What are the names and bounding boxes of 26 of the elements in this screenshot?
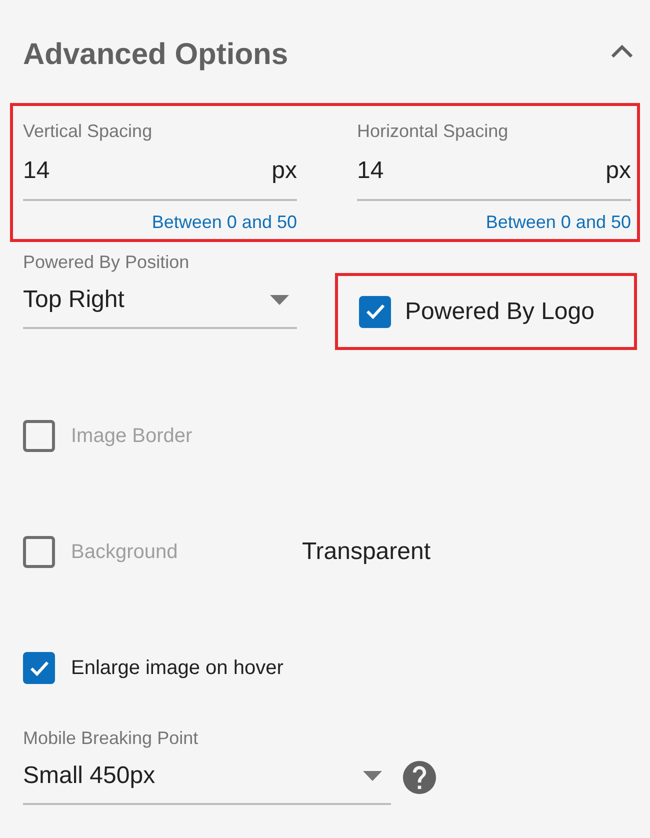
field-label: Horizontal Spacing (357, 120, 510, 142)
caret-down-icon (363, 771, 382, 781)
unit-label: px (606, 156, 631, 186)
position-select[interactable]: Top Right (23, 273, 297, 329)
checkbox[interactable] (359, 296, 391, 328)
checkbox-label: Powered By Logo (405, 296, 594, 326)
background-value: Transparent (302, 537, 431, 567)
unit-label: px (272, 156, 297, 186)
checkbox-label: Enlarge image on hover (71, 656, 284, 681)
chevron-up-icon[interactable] (611, 45, 633, 58)
spacing-input[interactable]: 14 px (357, 142, 631, 201)
checkbox[interactable] (23, 652, 55, 684)
helper-text: Between 0 and 50 (486, 211, 631, 233)
field-label: Powered By Position (23, 251, 190, 273)
check-icon (366, 304, 384, 319)
checkbox-label: Background (71, 540, 178, 565)
help-icon[interactable] (403, 760, 436, 794)
check-icon (30, 660, 48, 676)
section-title: Advanced Options (23, 37, 288, 73)
field-label: Mobile Breaking Point (23, 727, 198, 749)
breakpoint-select[interactable]: Small 450px (23, 749, 391, 805)
spacing-input[interactable]: 14 px (23, 142, 297, 201)
caret-down-icon (270, 295, 289, 305)
helper-text: Between 0 and 50 (152, 211, 297, 233)
field-label: Vertical Spacing (23, 120, 154, 142)
checkbox-label: Image Border (71, 424, 192, 449)
